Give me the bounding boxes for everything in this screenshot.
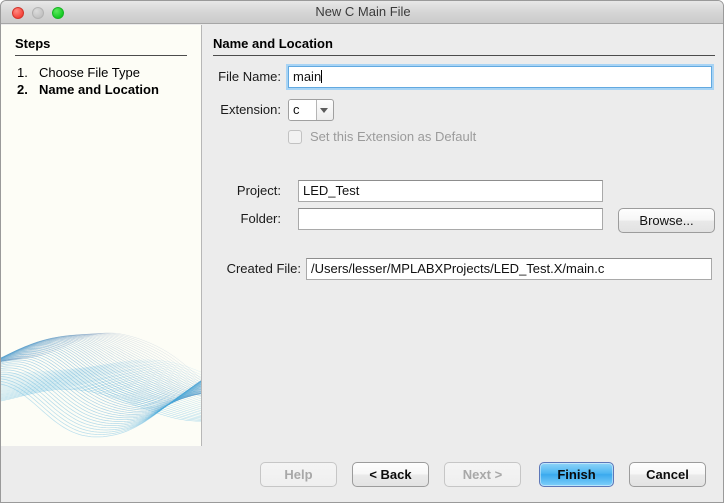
step-item-choose-file-type[interactable]: 1.Choose File Type (17, 65, 140, 80)
step-item-name-and-location[interactable]: 2.Name and Location (17, 82, 159, 97)
dialog-window: New C Main File Steps 1.Choose File Type… (0, 0, 724, 503)
project-label: Project: (203, 183, 281, 198)
step-number: 2. (17, 82, 39, 97)
wave-graphic (1, 316, 202, 446)
step-label: Choose File Type (39, 65, 140, 80)
created-file-input[interactable]: /Users/lesser/MPLABXProjects/LED_Test.X/… (306, 258, 712, 280)
page-title: Name and Location (213, 36, 333, 51)
back-button[interactable]: < Back (352, 462, 429, 487)
checkbox-label: Set this Extension as Default (310, 129, 476, 145)
help-button[interactable]: Help (260, 462, 337, 487)
checkbox-box (288, 130, 302, 144)
next-button[interactable]: Next > (444, 462, 521, 487)
extension-value: c (289, 100, 317, 120)
text-caret (321, 70, 322, 83)
file-name-value: main (293, 69, 321, 84)
step-number: 1. (17, 65, 39, 80)
folder-input[interactable] (298, 208, 603, 230)
browse-button[interactable]: Browse... (618, 208, 715, 233)
steps-heading: Steps (15, 36, 50, 51)
created-file-label: Created File: (203, 261, 301, 276)
extension-dropdown[interactable]: c (288, 99, 334, 121)
chevron-down-icon (320, 108, 328, 113)
section-divider (213, 55, 715, 56)
form-panel: Name and Location File Name: main Extens… (203, 25, 724, 446)
cancel-button[interactable]: Cancel (629, 462, 706, 487)
project-input[interactable]: LED_Test (298, 180, 603, 202)
button-bar: Help < Back Next > Finish Cancel (1, 447, 724, 503)
steps-panel: Steps 1.Choose File Type 2.Name and Loca… (1, 25, 202, 446)
title-bar: New C Main File (1, 1, 724, 24)
file-name-label: File Name: (203, 69, 281, 84)
step-label: Name and Location (39, 82, 159, 97)
folder-label: Folder: (203, 211, 281, 226)
file-name-input[interactable]: main (288, 66, 712, 88)
extension-label: Extension: (203, 102, 281, 117)
window-title: New C Main File (1, 1, 724, 24)
finish-button[interactable]: Finish (539, 462, 614, 487)
steps-divider (15, 55, 187, 56)
